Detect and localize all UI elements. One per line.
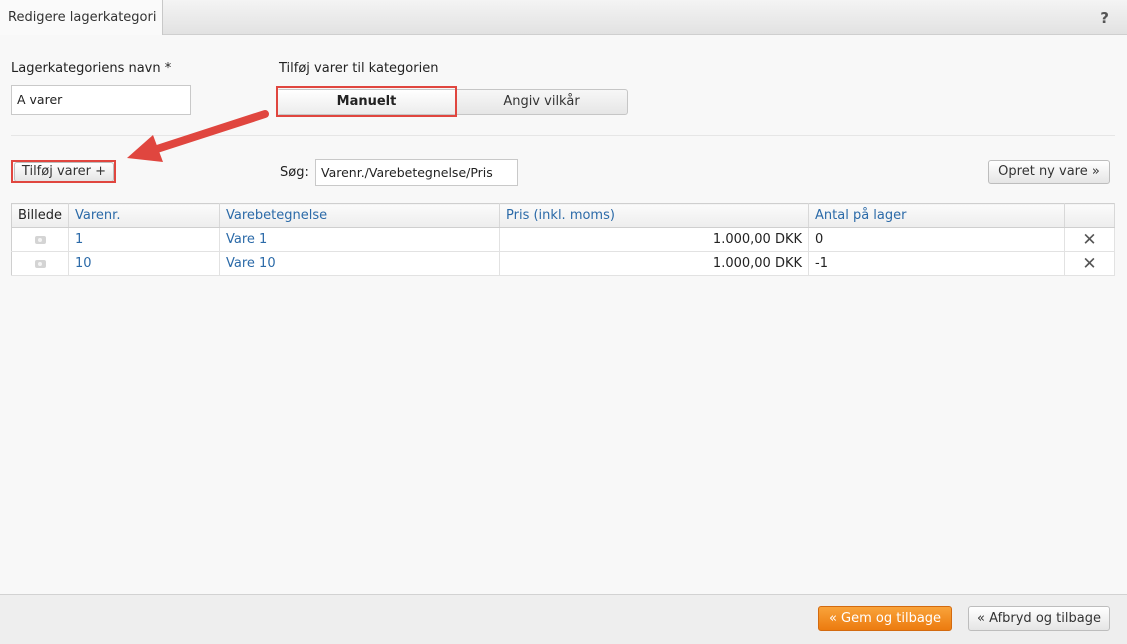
title-bar: Redigere lagerkategori ? bbox=[0, 0, 1127, 35]
create-new-item-button[interactable]: Opret ny vare » bbox=[988, 160, 1110, 184]
row-price: 1.000,00 DKK bbox=[499, 251, 810, 276]
row-delete-cell: ✕ bbox=[1064, 227, 1115, 252]
cancel-and-back-button[interactable]: « Afbryd og tilbage bbox=[968, 606, 1110, 631]
column-header-image: Billede bbox=[11, 203, 70, 228]
footer-bar bbox=[0, 594, 1127, 644]
tab-edit-stock-category[interactable]: Redigere lagerkategori bbox=[0, 0, 163, 35]
row-image-cell bbox=[11, 251, 70, 276]
column-header-description[interactable]: Varebetegnelse bbox=[219, 203, 501, 228]
table-header-row: Billede Varenr. Varebetegnelse Pris (ink… bbox=[11, 203, 1115, 228]
row-image-cell bbox=[11, 227, 70, 252]
mode-manual-button[interactable]: Manuelt bbox=[278, 90, 456, 114]
row-stock: 0 bbox=[808, 227, 1066, 252]
mode-conditions-button[interactable]: Angiv vilkår bbox=[456, 90, 627, 114]
column-header-price[interactable]: Pris (inkl. moms) bbox=[499, 203, 810, 228]
row-item-no[interactable]: 10 bbox=[68, 251, 221, 276]
column-header-stock[interactable]: Antal på lager bbox=[808, 203, 1066, 228]
column-header-actions bbox=[1064, 203, 1115, 228]
row-description[interactable]: Vare 10 bbox=[219, 251, 501, 276]
close-icon[interactable]: ✕ bbox=[1082, 254, 1096, 274]
save-and-back-button[interactable]: « Gem og tilbage bbox=[818, 606, 952, 631]
table-row: 1 Vare 1 1.000,00 DKK 0 ✕ bbox=[11, 227, 1115, 252]
table-row: 10 Vare 10 1.000,00 DKK -1 ✕ bbox=[11, 251, 1115, 276]
items-table: Billede Varenr. Varebetegnelse Pris (ink… bbox=[11, 203, 1115, 276]
category-name-label: Lagerkategoriens navn * bbox=[11, 61, 172, 76]
row-item-no[interactable]: 1 bbox=[68, 227, 221, 252]
add-items-button[interactable]: Tilføj varer + bbox=[14, 162, 114, 182]
close-icon[interactable]: ✕ bbox=[1082, 230, 1096, 250]
row-description[interactable]: Vare 1 bbox=[219, 227, 501, 252]
row-delete-cell: ✕ bbox=[1064, 251, 1115, 276]
row-stock: -1 bbox=[808, 251, 1066, 276]
search-label: Søg: bbox=[280, 165, 309, 180]
add-items-mode-label: Tilføj varer til kategorien bbox=[279, 61, 439, 76]
camera-icon bbox=[34, 235, 46, 244]
add-items-mode-toggle: Manuelt Angiv vilkår bbox=[277, 89, 628, 115]
search-input[interactable]: Varenr./Varebetegnelse/Pris bbox=[315, 159, 518, 186]
help-icon[interactable]: ? bbox=[1100, 9, 1109, 27]
row-price: 1.000,00 DKK bbox=[499, 227, 810, 252]
column-header-item-no[interactable]: Varenr. bbox=[68, 203, 221, 228]
annotation-arrow-icon bbox=[127, 110, 269, 162]
camera-icon bbox=[34, 259, 46, 268]
